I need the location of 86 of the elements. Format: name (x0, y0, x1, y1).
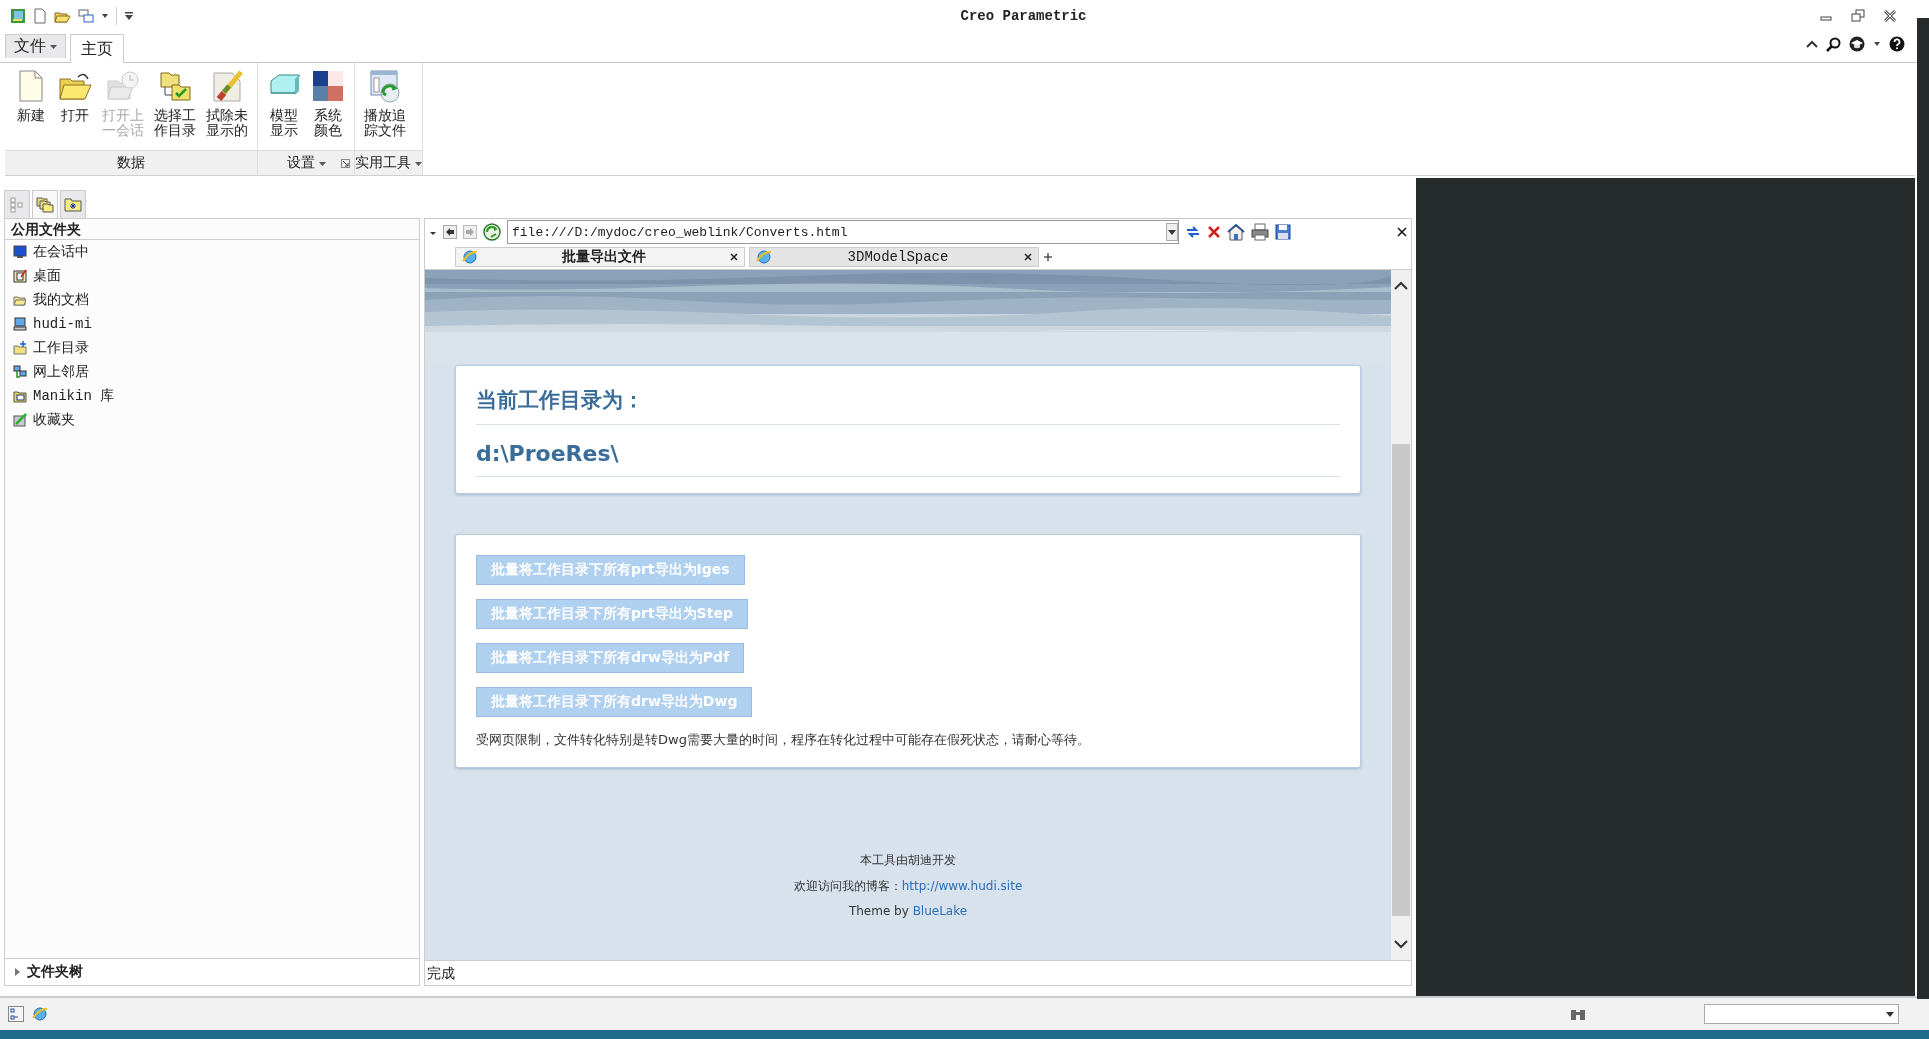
expand-arrow-icon (13, 968, 21, 976)
browser-globe-icon (756, 249, 772, 265)
ribbon-button[interactable]: 模型 显示 (264, 67, 304, 150)
ribbon-button[interactable]: 打开 (55, 67, 95, 150)
folder-item[interactable]: 桌面 (5, 264, 61, 288)
search-icon[interactable] (1826, 36, 1841, 52)
folder-item[interactable]: 网上邻居 (5, 360, 89, 384)
print-icon[interactable] (1251, 223, 1269, 241)
tree-icon[interactable] (8, 1006, 24, 1022)
folder-clock-icon (106, 69, 140, 103)
theme-link[interactable]: BlueLake (912, 904, 968, 918)
dialog-launcher-icon[interactable] (341, 159, 350, 168)
caret-icon[interactable] (101, 12, 109, 20)
home-icon[interactable] (1227, 223, 1245, 241)
card-heading: 当前工作目录为： (476, 378, 1340, 425)
stop-icon[interactable] (1207, 225, 1221, 239)
close-button[interactable] (1883, 9, 1897, 23)
back-button[interactable] (443, 225, 457, 239)
new-tab-icon[interactable] (1043, 252, 1053, 262)
graduation-cap-icon[interactable] (1849, 36, 1865, 52)
browser-tab[interactable]: 3DModelSpace (749, 247, 1039, 267)
help-icon[interactable] (1889, 36, 1905, 52)
save-icon[interactable] (1275, 224, 1291, 240)
close-tab-icon[interactable] (730, 253, 738, 261)
folder-icon (13, 389, 27, 403)
tree-icon (10, 196, 24, 213)
desktop-icon (13, 269, 27, 283)
eraser-brush-icon (210, 69, 244, 103)
blog-link[interactable]: http://www.hudi.site (901, 879, 1023, 893)
ribbon-button[interactable]: 新建 (11, 67, 51, 150)
go-arrows-icon[interactable] (1185, 224, 1201, 240)
computer-icon (13, 317, 27, 331)
window-title: Creo Parametric (959, 8, 1088, 24)
caret-icon[interactable] (1873, 40, 1881, 48)
ribbon-tab[interactable]: 主页 (70, 34, 124, 63)
ribbon-button[interactable]: 选择工 作目录 (151, 67, 199, 150)
binoculars-icon[interactable] (1570, 1007, 1586, 1021)
monitor-icon (13, 245, 27, 259)
refresh-globe-icon[interactable] (483, 223, 501, 241)
folder-star-icon (13, 341, 27, 355)
ribbon-tab[interactable]: 文件 (5, 34, 66, 58)
navigator-tab[interactable] (60, 190, 86, 218)
ribbon-button[interactable]: 拭除未 显示的 (203, 67, 251, 150)
folder-tree-toggle[interactable]: 文件夹树 (4, 958, 420, 986)
folder-item[interactable]: hudi-mi (5, 312, 92, 336)
scrollbar[interactable] (1391, 270, 1411, 960)
folder-item[interactable]: Manikin 库 (5, 384, 115, 408)
color-squares-icon (311, 69, 345, 103)
window-replay-icon (368, 69, 402, 103)
close-tab-icon[interactable] (1024, 253, 1032, 261)
app-icon[interactable] (10, 8, 26, 24)
navigator-tab[interactable] (32, 190, 58, 218)
windows-icon[interactable] (78, 8, 94, 24)
caret-icon (415, 159, 422, 167)
browser-globe-icon[interactable] (32, 1006, 48, 1022)
ribbon-button[interactable]: 播放追 踪文件 (361, 67, 409, 150)
folders-check-icon (158, 69, 192, 103)
notice-text: 受网页限制，文件转化特别是转Dwg需要大量的时间，程序在转化过程中可能存在假死状态，请耐心等待。 (476, 731, 1090, 749)
close-icon[interactable] (1397, 227, 1407, 237)
folder-star-icon (64, 197, 82, 212)
collapse-ribbon-icon[interactable] (1806, 39, 1818, 49)
ribbon-button[interactable]: 系统 颜色 (308, 67, 348, 150)
address-field[interactable]: file:///D:/mydoc/creo_weblink/Converts.html (507, 220, 1179, 244)
caret-icon (50, 43, 57, 50)
customize-caret-icon[interactable] (124, 11, 134, 21)
new-file-icon[interactable] (33, 8, 47, 24)
open-folder-icon (13, 293, 27, 307)
folder-item[interactable]: 在会话中 (5, 240, 89, 264)
folder-item[interactable]: 工作目录 (5, 336, 89, 360)
folder-item[interactable]: 我的文档 (5, 288, 89, 312)
folder-item[interactable]: 收藏夹 (5, 408, 75, 432)
directory-path: d:\ProeRes\ (476, 433, 1340, 477)
scroll-thumb[interactable] (1392, 444, 1410, 916)
blog-text: 欢迎访问我的博客：http://www.hudi.site (793, 878, 1023, 895)
folders-icon (36, 196, 54, 213)
dropdown-arrow-icon[interactable] (1885, 1009, 1895, 1019)
caret-icon (318, 159, 326, 167)
folder-list-header: 公用文件夹 (5, 219, 419, 240)
favorites-icon (13, 413, 27, 427)
restore-button[interactable] (1851, 9, 1865, 23)
credit-text: 本工具由胡迪开发 (860, 852, 956, 869)
browser-tab[interactable]: 批量导出文件 (455, 247, 745, 267)
browser-globe-icon (462, 249, 478, 265)
group-label[interactable]: 数据 (117, 154, 145, 172)
network-icon (13, 365, 27, 379)
theme-text: Theme by BlueLake (848, 904, 968, 918)
